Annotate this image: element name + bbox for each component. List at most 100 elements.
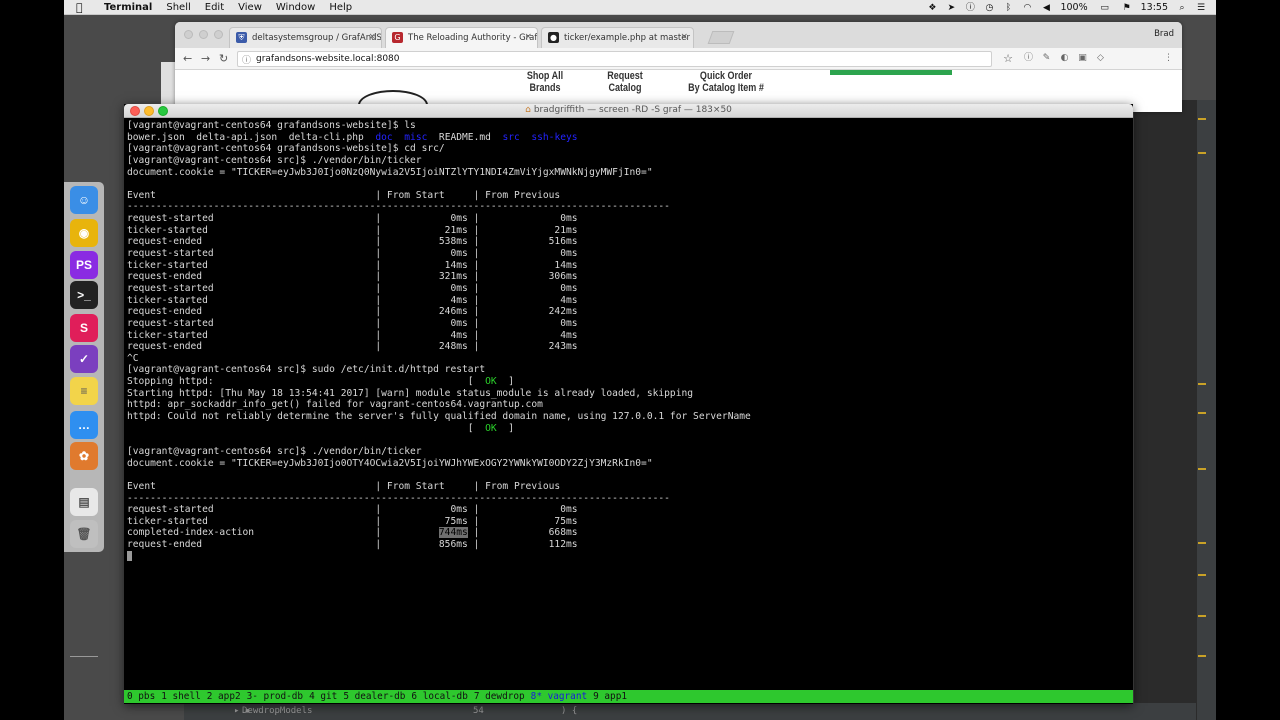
nav-line: By Catalog Item #: [688, 82, 764, 94]
terminal-text: request-started | 0ms | 0ms: [127, 248, 578, 260]
menu-window[interactable]: Window: [276, 2, 315, 13]
nav-line: Request: [607, 70, 643, 82]
apple-menu-icon[interactable]: : [76, 1, 90, 14]
ide-tree-item[interactable]: DewdropModels: [242, 706, 312, 716]
terminal-icon[interactable]: >_: [70, 281, 98, 309]
ide-marker: [1198, 412, 1206, 414]
nav-shop-all-brands[interactable]: Shop All Brands: [520, 70, 569, 94]
flag-icon[interactable]: ⚑: [1122, 3, 1132, 13]
nav-quick-order[interactable]: Quick Order By Catalog Item #: [673, 70, 780, 94]
volume-icon[interactable]: ◀: [1041, 3, 1051, 13]
clock-icon[interactable]: ◷: [984, 3, 994, 13]
timer-icon[interactable]: ⓘ: [965, 3, 975, 13]
location-icon[interactable]: ➤: [946, 3, 956, 13]
terminal-prompt-line: [127, 550, 1130, 563]
window-close-button[interactable]: [184, 30, 193, 39]
terminal-line: request-started | 0ms | 0ms: [127, 283, 1130, 295]
browser-tab[interactable]: ● ticker/example.php at master ×: [541, 27, 694, 48]
menu-help[interactable]: Help: [329, 2, 352, 13]
browser-tab[interactable]: ⛨ deltasystemsgroup / GrafAndS ×: [229, 27, 382, 48]
home-folder-icon: ⌂: [525, 105, 531, 115]
terminal-output[interactable]: [vagrant@vagrant-centos64 grafandsons-we…: [127, 120, 1130, 694]
terminal-text: ticker-started | 4ms | 4ms: [127, 294, 578, 306]
menu-dots-icon[interactable]: ⋮: [1163, 53, 1174, 64]
ide-marker: [1198, 383, 1206, 385]
finder-icon[interactable]: ☺: [70, 186, 98, 214]
app-menu[interactable]: Terminal: [104, 2, 152, 13]
green-button[interactable]: [830, 70, 952, 75]
spotlight-icon[interactable]: ⌕: [1177, 3, 1187, 13]
extension-tool-icon[interactable]: ✎: [1041, 53, 1052, 64]
ide-marker: [1198, 615, 1206, 617]
terminal-line: ticker-started | 21ms | 21ms: [127, 225, 1130, 237]
window-zoom-button[interactable]: [214, 30, 223, 39]
chrome-icon[interactable]: ◉: [70, 219, 98, 247]
close-icon[interactable]: ×: [524, 32, 532, 42]
phpstorm-icon[interactable]: PS: [70, 251, 98, 279]
terminal-window: ⌂ bradgriffith — screen -RD -S graf — 183…: [124, 104, 1133, 704]
close-icon[interactable]: ×: [368, 32, 376, 42]
trash-icon[interactable]: 🗑: [70, 520, 98, 548]
browser-tabstrip: ⛨ deltasystemsgroup / GrafAndS × G The R…: [175, 22, 1182, 48]
menu-view[interactable]: View: [238, 2, 262, 13]
document-icon[interactable]: ▤: [70, 488, 98, 516]
address-bar[interactable]: ⓘ grafandsons-website.local:8080 ☆: [237, 51, 1013, 67]
extension-info-icon[interactable]: ⓘ: [1023, 53, 1034, 64]
extension-icon[interactable]: ◐: [1059, 53, 1070, 64]
messages-icon[interactable]: …: [70, 411, 98, 439]
screen-window-2[interactable]: 2 app2: [207, 691, 241, 702]
reload-icon[interactable]: ↻: [219, 52, 228, 65]
new-tab-button[interactable]: [707, 31, 735, 44]
browser-tab-active[interactable]: G The Reloading Authority - Graf ×: [385, 27, 538, 48]
slack-icon[interactable]: S: [70, 314, 98, 342]
dock-separator: [70, 656, 98, 657]
ide-line-number: 54: [473, 706, 484, 716]
ide-code-text: ) {: [561, 706, 578, 716]
terminal-text: ticker-started | 21ms | 21ms: [127, 224, 578, 236]
screen-window-0[interactable]: 0 pbs: [127, 691, 155, 702]
bluetooth-icon[interactable]: ᛒ: [1003, 3, 1013, 13]
close-icon[interactable]: ×: [680, 32, 688, 42]
terminal-line: [vagrant@vagrant-centos64 grafandsons-we…: [127, 143, 1130, 155]
window-minimize-button[interactable]: [199, 30, 208, 39]
extension-puzzle-icon[interactable]: ◇: [1095, 53, 1106, 64]
battery-icon[interactable]: ▭: [1097, 3, 1113, 13]
app-icon[interactable]: ✿: [70, 442, 98, 470]
omnifocus-icon[interactable]: ✓: [70, 345, 98, 373]
terminal-line: document.cookie = "TICKER=eyJwb3J0Ijo0Nz…: [127, 167, 1130, 179]
screen-window-1[interactable]: 1 shell: [161, 691, 201, 702]
dropbox-icon[interactable]: ❖: [927, 3, 937, 13]
extension-badge-icon[interactable]: ▣: [1077, 53, 1088, 64]
bookmark-star-icon[interactable]: ☆: [1003, 52, 1013, 65]
info-icon[interactable]: ⓘ: [242, 53, 251, 66]
terminal-text: | 668ms: [467, 527, 578, 539]
menu-shell[interactable]: Shell: [166, 2, 190, 13]
screen-window-3[interactable]: 3- prod-db: [247, 691, 303, 702]
screen-window-5[interactable]: 5 dealer-db: [343, 691, 405, 702]
menu-edit[interactable]: Edit: [205, 2, 224, 13]
terminal-title-text: bradgriffith — screen -RD -S graf — 183×…: [533, 105, 732, 115]
wifi-icon[interactable]: ◠: [1022, 3, 1032, 13]
notification-center-icon[interactable]: ☰: [1196, 3, 1206, 13]
forward-icon[interactable]: →: [201, 52, 210, 65]
profile-name[interactable]: Brad: [1154, 29, 1174, 39]
notes-icon[interactable]: ≡: [70, 377, 98, 405]
nav-line: Catalog: [608, 82, 642, 94]
terminal-text: request-ended | 321ms | 306ms: [127, 271, 578, 283]
screen-window-8[interactable]: 8* vagrant: [531, 691, 587, 702]
terminal-text: doc: [375, 131, 393, 143]
terminal-text: README.md: [427, 131, 503, 143]
screen-window-7[interactable]: 7 dewdrop: [474, 691, 525, 702]
terminal-text: document.cookie = "TICKER=eyJwb3J0Ijo0Nz…: [127, 166, 653, 178]
screen-window-6[interactable]: 6 local-db: [411, 691, 467, 702]
screen-window-4[interactable]: 4 git: [309, 691, 337, 702]
menu-extras: ❖ ➤ ⓘ ◷ ᛒ ◠ ◀ 100% ▭ ⚑ 13:55 ⌕ ☰: [927, 0, 1206, 15]
screen-window-9[interactable]: 9 app1: [593, 691, 627, 702]
battery-percent: 100%: [1060, 2, 1088, 13]
ide-marker: [1198, 574, 1206, 576]
nav-request-catalog[interactable]: Request Catalog: [600, 70, 649, 94]
back-icon[interactable]: ←: [183, 52, 192, 65]
menubar-clock[interactable]: 13:55: [1141, 2, 1168, 13]
